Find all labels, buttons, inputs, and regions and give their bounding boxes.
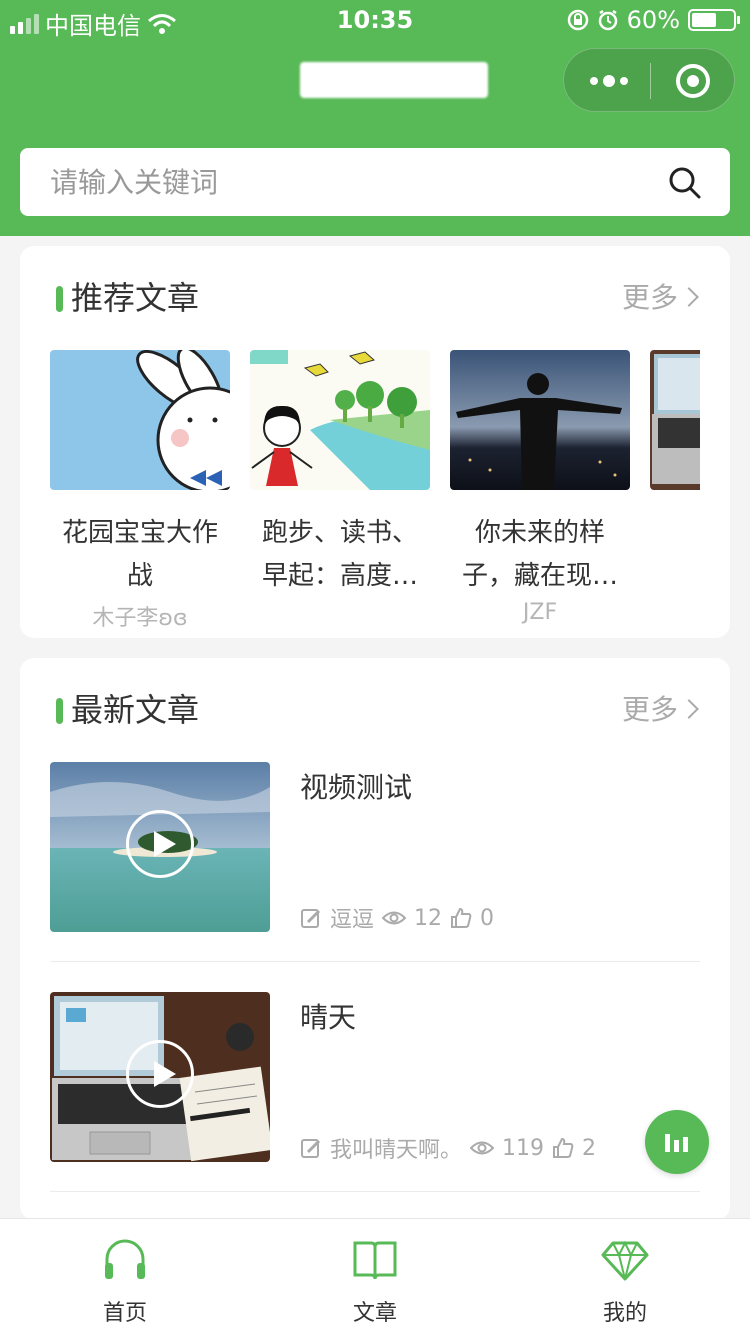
latest-title: 最新文章 <box>71 691 200 729</box>
battery-percent: 60% <box>626 6 680 34</box>
app: 中国电信 10:35 60% 请输入关键词 推荐文章 更多 花园宝宝大作战 木子… <box>0 0 750 1334</box>
tab-label: 首页 <box>102 1301 147 1326</box>
divider <box>50 1191 700 1192</box>
article-views: 12 <box>414 905 443 931</box>
more-label: 更多 <box>621 281 678 314</box>
recommend-item[interactable]: 我叫 <box>650 350 700 630</box>
eye-icon <box>470 1141 495 1155</box>
recommend-title: 推荐文章 <box>71 279 200 317</box>
section-accent-bar <box>56 698 63 724</box>
page-title-redacted <box>300 62 488 98</box>
article-title: 视频测试 <box>300 771 413 804</box>
more-dots-icon[interactable] <box>589 69 629 93</box>
battery-icon <box>688 9 740 31</box>
headphones-icon <box>105 1239 145 1279</box>
rabbit-cartoon-thumbnail <box>50 350 230 490</box>
article-meta: 我叫晴天啊。 119 2 <box>300 1132 596 1164</box>
tab-bar: 首页 文章 我的 <box>0 1218 750 1334</box>
recommend-card: 推荐文章 更多 花园宝宝大作战 木子李ʚɞ 跑步、读书、早起：高度… 你未来的样… <box>20 246 730 638</box>
recommend-item-title <box>650 512 700 598</box>
recommend-carousel[interactable]: 花园宝宝大作战 木子李ʚɞ 跑步、读书、早起：高度… 你未来的样子，藏在现… J… <box>50 350 700 630</box>
recommend-item-title: 你未来的样子，藏在现… <box>461 518 618 591</box>
article-likes: 2 <box>582 1135 597 1161</box>
chevron-right-icon <box>679 287 699 307</box>
recommend-item-title: 跑步、读书、早起：高度… <box>261 518 418 591</box>
alarm-icon <box>598 9 617 31</box>
laptop-desk-thumbnail <box>650 350 700 490</box>
status-right: 60% <box>567 6 740 34</box>
search-input[interactable] <box>50 162 650 202</box>
tab-label: 文章 <box>352 1301 397 1326</box>
article-likes: 0 <box>480 905 495 931</box>
search-bar <box>20 148 730 216</box>
recommend-item-author: JZF <box>522 600 558 625</box>
play-icon[interactable] <box>126 1040 194 1108</box>
play-icon[interactable] <box>126 810 194 878</box>
recommend-item[interactable]: 跑步、读书、早起：高度… <box>250 350 430 630</box>
eye-icon <box>382 911 407 925</box>
recommend-item-author: 我叫 <box>650 600 700 630</box>
miniprogram-capsule <box>563 48 735 112</box>
chevron-right-icon <box>679 699 699 719</box>
edit-icon <box>301 909 321 928</box>
recommend-item[interactable]: 你未来的样子，藏在现… JZF <box>450 350 630 630</box>
recommend-item-author: 木子李ʚɞ <box>92 606 188 630</box>
rotation-lock-icon <box>567 9 588 31</box>
close-target-icon[interactable] <box>676 64 710 98</box>
thumbs-up-icon <box>553 1137 574 1158</box>
stats-fab-button[interactable] <box>645 1110 709 1174</box>
article-meta: 逗逗 12 0 <box>300 902 494 934</box>
battery-fill <box>692 13 716 27</box>
child-drawing-thumbnail <box>250 350 430 490</box>
article-views: 119 <box>502 1135 545 1161</box>
book-icon <box>353 1241 397 1280</box>
recommend-item[interactable]: 花园宝宝大作战 木子李ʚɞ <box>50 350 230 630</box>
search-icon[interactable] <box>668 166 702 200</box>
laptop-notebook-video-thumbnail <box>50 992 270 1162</box>
divider <box>50 961 700 962</box>
capsule-divider <box>650 63 651 99</box>
article-author: 我叫晴天啊。 <box>330 1138 463 1163</box>
bar-chart-icon <box>665 1134 688 1152</box>
latest-card: 最新文章 更多 视频测试 逗逗 12 0 晴天 我叫晴天啊。 119 2 <box>20 658 730 1220</box>
recommend-item-title: 花园宝宝大作战 <box>61 518 218 591</box>
article-author: 逗逗 <box>330 908 375 933</box>
thumbs-up-icon <box>451 907 472 928</box>
article-title: 晴天 <box>300 1001 357 1034</box>
section-accent-bar <box>56 286 63 312</box>
edit-icon <box>301 1139 321 1158</box>
status-bar: 中国电信 10:35 60% <box>0 0 750 40</box>
silhouette-city-thumbnail <box>450 350 630 490</box>
diamond-icon <box>601 1240 649 1281</box>
tab-mine[interactable]: 我的 <box>500 1219 750 1334</box>
tab-label: 我的 <box>602 1301 647 1326</box>
header: 中国电信 10:35 60% <box>0 0 750 236</box>
recommend-section-head: 推荐文章 更多 <box>56 278 699 318</box>
more-label: 更多 <box>621 693 678 726</box>
latest-section-head: 最新文章 更多 <box>56 690 699 730</box>
tab-home[interactable]: 首页 <box>0 1219 250 1334</box>
island-video-thumbnail <box>50 762 270 932</box>
article-item[interactable]: 晴天 我叫晴天啊。 119 2 <box>50 992 700 1164</box>
tab-articles[interactable]: 文章 <box>250 1219 500 1334</box>
latest-more-link[interactable]: 更多 <box>621 692 699 728</box>
recommend-more-link[interactable]: 更多 <box>621 280 699 316</box>
article-item[interactable]: 视频测试 逗逗 12 0 <box>50 762 700 934</box>
